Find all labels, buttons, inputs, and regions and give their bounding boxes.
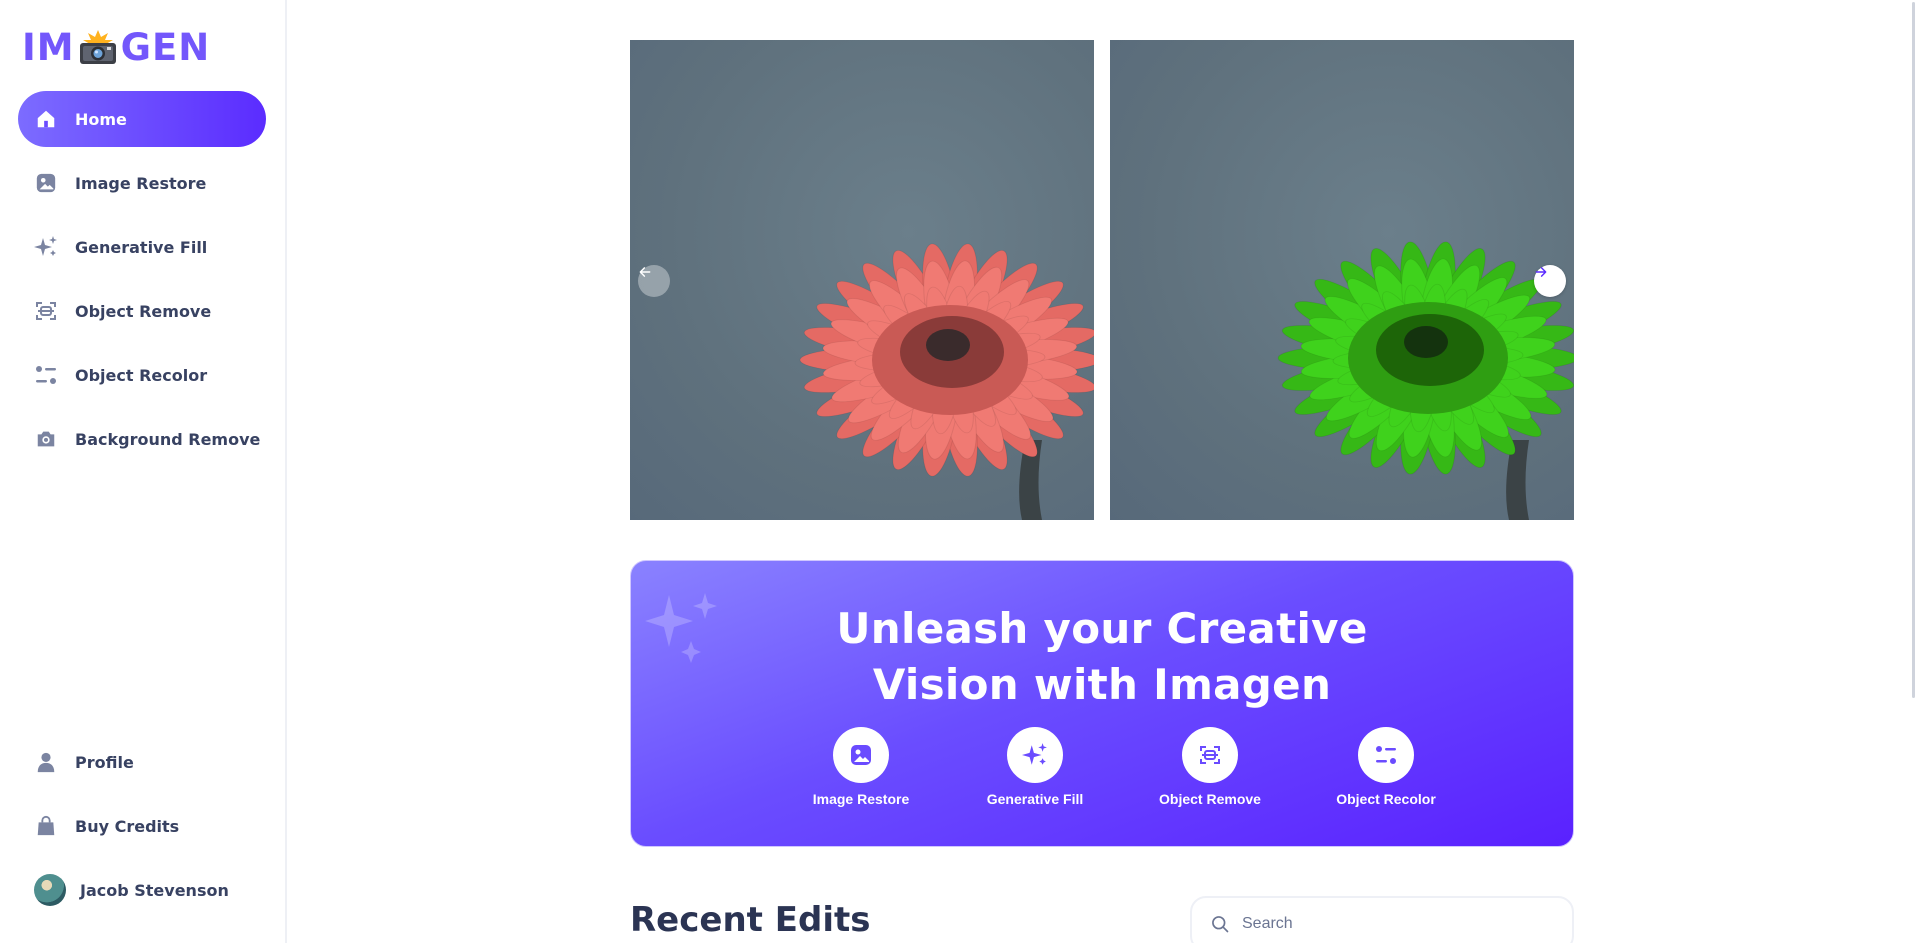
feature-icon-circle (833, 727, 889, 783)
sidebar-item-object-remove[interactable]: Object Remove (18, 283, 266, 339)
sidebar-item-home[interactable]: Home (18, 91, 266, 147)
logo-text-left: IM (22, 25, 75, 69)
banner-title-line1: Unleash your Creative (836, 604, 1368, 653)
feature-label: Object Recolor (1336, 791, 1436, 807)
sidebar-item-label: Object Remove (75, 301, 212, 321)
user-icon (34, 750, 58, 774)
scrollbar-thumb[interactable] (1912, 2, 1915, 698)
image-icon (851, 745, 871, 765)
logo[interactable]: IM GEN (22, 25, 211, 69)
sidebar-item-buy-credits[interactable]: Buy Credits (18, 798, 266, 854)
carousel-slide-before (630, 40, 1094, 520)
carousel-prev-button[interactable] (638, 265, 670, 297)
sidebar-item-label: Background Remove (75, 429, 261, 449)
carousel-next-button[interactable] (1534, 265, 1566, 297)
feature-icon-circle (1358, 727, 1414, 783)
camera-logo-icon (77, 28, 119, 66)
feature-label: Generative Fill (986, 791, 1084, 807)
feature-icon-circle (1182, 727, 1238, 783)
sidebar-item-label: Profile (75, 752, 134, 772)
search-input[interactable] (1242, 915, 1542, 933)
feature-generative-fill[interactable]: Generative Fill (965, 727, 1105, 807)
search-box[interactable] (1190, 896, 1574, 943)
sidebar-item-image-restore[interactable]: Image Restore (18, 155, 266, 211)
camera-icon (34, 427, 58, 451)
flower-before-image (799, 243, 1094, 520)
sidebar-item-profile[interactable]: Profile (18, 734, 266, 790)
avatar (34, 874, 66, 906)
sidebar-bottom: Profile Buy Credits Jacob Stevenson (18, 734, 266, 918)
sparkles-icon (1022, 743, 1047, 765)
logo-text-right: GEN (120, 25, 211, 69)
banner-title-line2: Vision with Imagen (872, 660, 1332, 709)
scan-icon (1200, 746, 1220, 764)
recent-edits-heading: Recent Edits (630, 900, 871, 940)
before-after-carousel (630, 40, 1574, 520)
sidebar: IM GEN Home Image Restore Generative Fil… (0, 0, 287, 943)
sidebar-item-background-remove[interactable]: Background Remove (18, 411, 266, 467)
scan-icon (34, 299, 58, 323)
bag-icon (34, 814, 58, 838)
user-name: Jacob Stevenson (80, 880, 229, 900)
sidebar-nav: Home Image Restore Generative Fill Objec… (18, 91, 266, 475)
sidebar-item-label: Buy Credits (75, 816, 180, 836)
hero-banner: Unleash your Creative Vision with Imagen… (630, 560, 1574, 847)
arrow-left-icon (639, 267, 651, 277)
sparkles-icon (34, 235, 58, 259)
flower-after-image (1277, 241, 1574, 520)
carousel-slide-after (1110, 40, 1574, 520)
feature-label: Image Restore (812, 791, 910, 807)
sidebar-item-object-recolor[interactable]: Object Recolor (18, 347, 266, 403)
scrollbar[interactable] (1909, 0, 1917, 943)
feature-icon-circle (1007, 727, 1063, 783)
banner-title: Unleash your Creative Vision with Imagen (631, 601, 1573, 713)
search-icon (1212, 916, 1229, 933)
user-profile[interactable]: Jacob Stevenson (18, 862, 266, 918)
feature-object-recolor[interactable]: Object Recolor (1316, 727, 1456, 807)
feature-label: Object Remove (1159, 791, 1261, 807)
feature-image-restore[interactable]: Image Restore (791, 727, 931, 807)
arrow-right-icon (1535, 267, 1547, 277)
filter-icon (1376, 746, 1396, 764)
sidebar-item-label: Home (75, 109, 127, 129)
sidebar-item-label: Object Recolor (75, 365, 208, 385)
app-root: IM GEN Home Image Restore Generative Fil… (0, 0, 1917, 943)
home-icon (34, 107, 58, 131)
sidebar-item-label: Image Restore (75, 173, 207, 193)
feature-shortcuts: Image Restore Generative Fill Object Rem… (791, 727, 1436, 817)
sidebar-item-label: Generative Fill (75, 237, 208, 257)
image-icon (34, 171, 58, 195)
filter-icon (34, 363, 58, 387)
sidebar-item-generative-fill[interactable]: Generative Fill (18, 219, 266, 275)
feature-object-remove[interactable]: Object Remove (1140, 727, 1280, 807)
